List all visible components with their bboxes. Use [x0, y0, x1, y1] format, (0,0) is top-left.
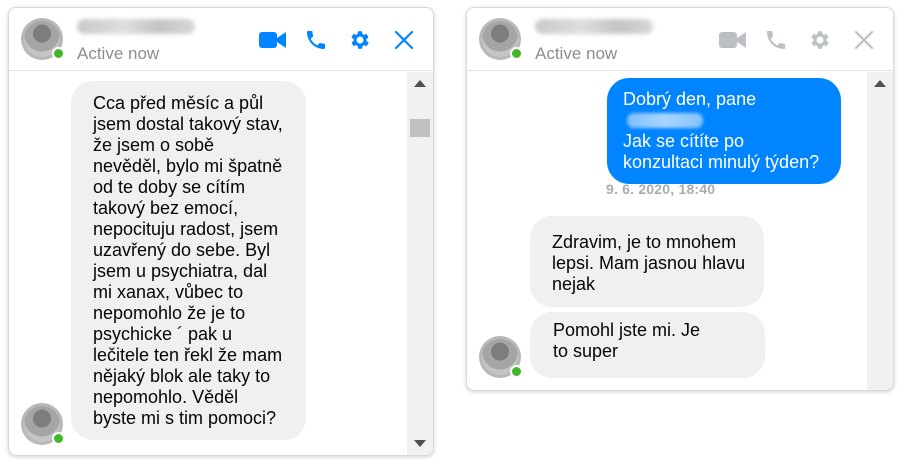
message-line: lepsi. Mam jasnou hlavu [552, 253, 746, 273]
close-icon[interactable] [389, 26, 419, 54]
message-line: Pomohl jste mi. Je [553, 320, 701, 340]
message-line: mi xanax, vůbec to [93, 282, 244, 302]
recipient-name-redacted [627, 113, 703, 128]
sender-avatar[interactable] [479, 336, 523, 378]
gear-icon[interactable] [345, 26, 375, 54]
close-icon[interactable] [849, 26, 879, 54]
message-line: Zdravim, je to mnohem [552, 232, 737, 252]
chat-header: Active now [9, 8, 433, 71]
scroll-up-arrow-icon[interactable] [414, 80, 426, 87]
message-line: to super [553, 341, 619, 361]
message-bubble-incoming: Cca před měsíc a půl jsem dostal takový … [71, 81, 306, 440]
message-bubble-incoming: Zdravim, je to mnohem lepsi. Mam jasnou … [530, 216, 764, 307]
active-status-dot [52, 432, 65, 445]
phone-icon[interactable] [301, 26, 331, 54]
scrollbar-thumb[interactable] [410, 119, 430, 137]
scroll-up-arrow-icon[interactable] [874, 80, 886, 87]
message-line: nepomohlo. Věděl [93, 387, 239, 407]
message-timestamp: 9. 6. 2020, 18:40 [606, 181, 716, 197]
message-line: že jsem o sobě [93, 135, 215, 155]
message-line: Jak se cítíte po [623, 131, 745, 151]
message-line: uzavřený do sebe. Byl [93, 240, 271, 260]
scrollbar[interactable] [867, 72, 893, 390]
message-line: nejak [552, 274, 596, 294]
active-status-dot [510, 47, 523, 60]
contact-name-redacted[interactable] [77, 19, 195, 34]
contact-name-redacted[interactable] [535, 19, 653, 34]
chat-window-right: Active now Dobrý den, pane Jak se cítíte… [466, 7, 894, 391]
chat-window-left: Active now Cca před měsíc a půl jsem dos… [8, 7, 434, 456]
message-line: nepocituju radost, jsem [93, 219, 279, 239]
chat-header: Active now [467, 8, 893, 71]
active-status-dot [510, 365, 523, 378]
message-line: jsem u psychiatra, dal [93, 261, 268, 281]
message-line: takový bez emocí, [93, 198, 239, 218]
message-line: lečitele ten řekl že mam [93, 345, 283, 365]
avatar[interactable] [21, 18, 65, 60]
phone-icon[interactable] [761, 26, 791, 54]
message-line: jsem dostal takový stav, [93, 114, 283, 134]
video-camera-icon[interactable] [257, 26, 287, 54]
message-bubble-incoming: Pomohl jste mi. Je to super [530, 312, 765, 378]
message-line: od te doby se cítím [93, 177, 246, 197]
active-status-dot [52, 47, 65, 60]
message-line: nevěděl, bylo mi špatně [93, 156, 283, 176]
active-status-text: Active now [77, 44, 160, 63]
active-status-text: Active now [535, 44, 618, 63]
message-line: Cca před měsíc a půl [93, 93, 264, 113]
scrollbar[interactable] [407, 72, 433, 455]
message-line: Dobrý den, pane [623, 89, 827, 131]
message-bubble-outgoing: Dobrý den, pane Jak se cítíte po konzult… [607, 78, 841, 184]
message-list[interactable]: Dobrý den, pane Jak se cítíte po konzult… [467, 72, 893, 390]
avatar[interactable] [479, 18, 523, 60]
message-list[interactable]: Cca před měsíc a půl jsem dostal takový … [9, 72, 433, 455]
message-line: nějaký blok ale taky to [93, 366, 271, 386]
message-line: nepomohlo že je to [93, 303, 246, 323]
sender-avatar[interactable] [21, 403, 65, 445]
gear-icon[interactable] [805, 26, 835, 54]
message-line: psychicke ´ pak u [93, 324, 233, 344]
message-line: konzultaci minulý týden? [623, 152, 820, 172]
message-line: byste mi s tim pomoci? [93, 408, 277, 428]
scroll-down-arrow-icon[interactable] [414, 440, 426, 447]
video-camera-icon[interactable] [717, 26, 747, 54]
